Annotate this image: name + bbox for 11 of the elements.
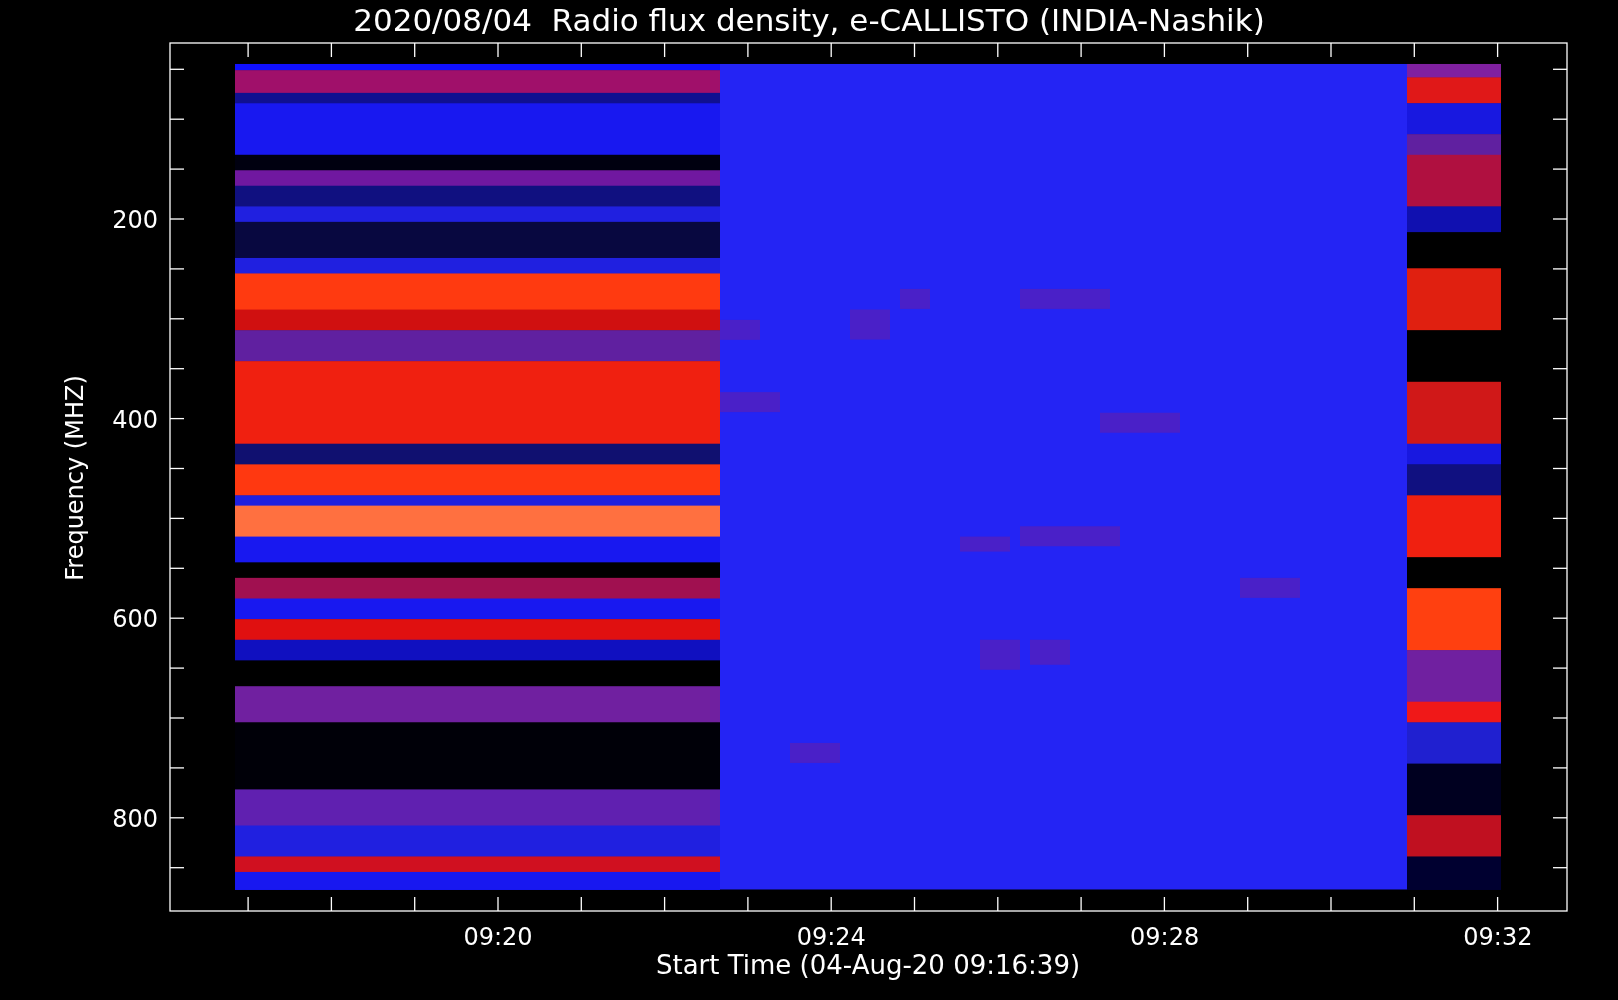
chart-title: 2020/08/04 Radio flux density, e-CALLISTO (INDIA-Nashik) (353, 2, 1265, 38)
tick-label: 09:32 (1463, 923, 1533, 951)
tick-label: 200 (112, 206, 158, 234)
x-axis-label: Start Time (04-Aug-20 09:16:39) (655, 950, 1081, 980)
tick-label: 09:20 (463, 923, 533, 951)
tick-label: 400 (112, 405, 158, 434)
y-axis-label: Frequency (MHZ) (61, 375, 89, 581)
tick-label: 600 (112, 605, 158, 634)
tick-label: 09:28 (1130, 923, 1200, 951)
tick-label: 09:24 (796, 923, 866, 951)
tick-label: 800 (112, 805, 158, 834)
